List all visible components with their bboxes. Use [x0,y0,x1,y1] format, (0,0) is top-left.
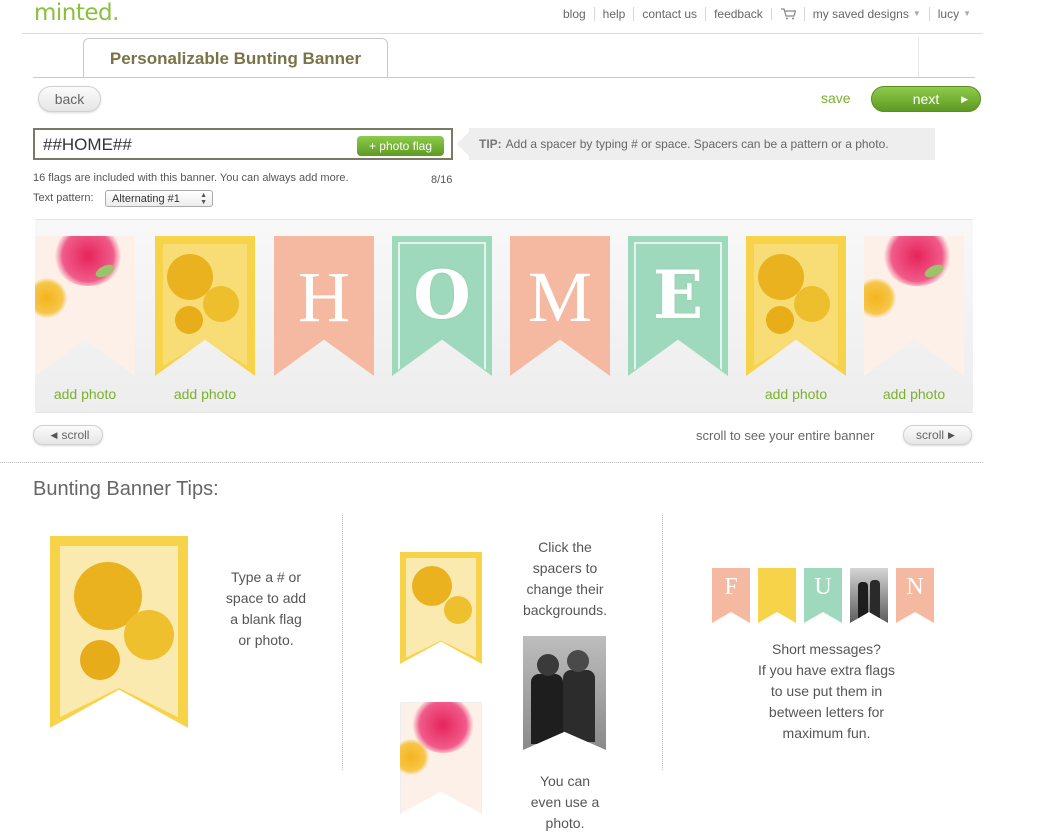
letter-flag[interactable]: M [510,236,610,376]
add-photo-link[interactable]: add photo [155,386,255,402]
section-divider [0,462,983,463]
flag-slot-6[interactable]: E [628,236,728,410]
column-divider [342,515,343,770]
scroll-left-button[interactable]: ◀ scroll [33,425,103,445]
letter-flag[interactable]: O [392,236,492,376]
tab-baseline [33,77,975,78]
tab-divider [918,38,919,77]
scroll-hint: scroll to see your entire banner [696,428,875,443]
mini-photo-flag [850,568,888,623]
add-photo-flag-button[interactable]: + photo flag [357,136,444,156]
add-photo-link[interactable]: add photo [746,386,846,402]
text-pattern-label: Text pattern: [33,192,94,204]
column-divider [662,515,663,770]
minted-logo[interactable]: minted. [34,0,119,26]
letter-flag[interactable]: H [274,236,374,376]
back-button[interactable]: back [38,86,101,112]
tip-photo-flag-image [523,636,606,750]
flag-slot-4[interactable]: O [392,236,492,410]
text-pattern-select[interactable]: Alternating #1 ▲ ▼ [105,190,213,207]
chevron-down-icon: ▼ [963,9,971,18]
floral-flag[interactable] [35,236,135,376]
tab-bunting-banner[interactable]: Personalizable Bunting Banner [83,38,388,78]
tips-heading: Bunting Banner Tips: [33,478,219,500]
chevron-down-icon: ▼ [912,9,921,18]
flag-count: 8/16 [431,174,453,186]
cart-icon[interactable] [770,8,804,20]
tip-blank-flag-text: Type a # or space to add a blank flag or ph… [225,569,307,648]
tip-fun-banner-image: F U N [712,568,934,628]
tip-spacers-text: Click the spacers to change their backgroun… [522,539,608,618]
triangle-left-icon: ◀ [50,429,58,440]
play-arrow-icon: ▶ [961,93,968,104]
scroll-right-button[interactable]: scroll ▶ [903,425,972,445]
save-button[interactable]: save [821,90,851,106]
top-nav: blog help contact us feedback my saved d… [555,7,979,21]
nav-feedback[interactable]: feedback [705,7,771,21]
nav-blog[interactable]: blog [555,7,594,21]
letter-flag[interactable]: E [628,236,728,376]
yellow-pattern-flag[interactable] [155,236,255,376]
flag-slot-7[interactable]: add photo [746,236,846,410]
add-photo-link[interactable]: add photo [864,386,964,402]
tip-short-messages-text: Short messages? If you have extra flags to… [758,641,895,741]
triangle-right-icon: ▶ [948,429,955,440]
flag-slot-5[interactable]: M [510,236,610,410]
flag-slot-8[interactable]: add photo [864,236,964,410]
mini-letter-flag: U [804,568,842,623]
tip-floral-spacer-image [400,702,482,814]
mini-letter-flag: F [712,568,750,623]
nav-contact-us[interactable]: contact us [633,7,705,21]
tip-yellow-flag-image [50,536,188,728]
flag-slot-2[interactable]: add photo [155,236,255,410]
select-arrows-icon: ▲ ▼ [200,191,207,206]
nav-user-menu[interactable]: lucy ▼ [928,7,979,21]
floral-flag[interactable] [864,236,964,376]
header-divider [22,33,983,34]
tip-yellow-spacer-image [400,552,482,664]
flag-slot-1[interactable]: add photo [35,236,135,410]
mini-letter-flag: N [896,568,934,623]
add-photo-link[interactable]: add photo [35,386,135,402]
nav-my-saved-designs[interactable]: my saved designs ▼ [803,7,929,21]
flags-info: 16 flags are included with this banner. … [33,172,349,184]
flag-slot-3[interactable]: H [274,236,374,410]
tip-callout: TIP: Add a spacer by typing # or space. S… [457,128,935,160]
tip-photo-text: You can even use a photo. [530,773,600,831]
mini-yellow-flag [758,568,796,623]
nav-help[interactable]: help [593,7,634,21]
next-button[interactable]: next ▶ [871,86,981,112]
yellow-pattern-flag[interactable] [746,236,846,376]
banner-preview: add photo add photo H O M E add photo ad… [35,219,973,413]
